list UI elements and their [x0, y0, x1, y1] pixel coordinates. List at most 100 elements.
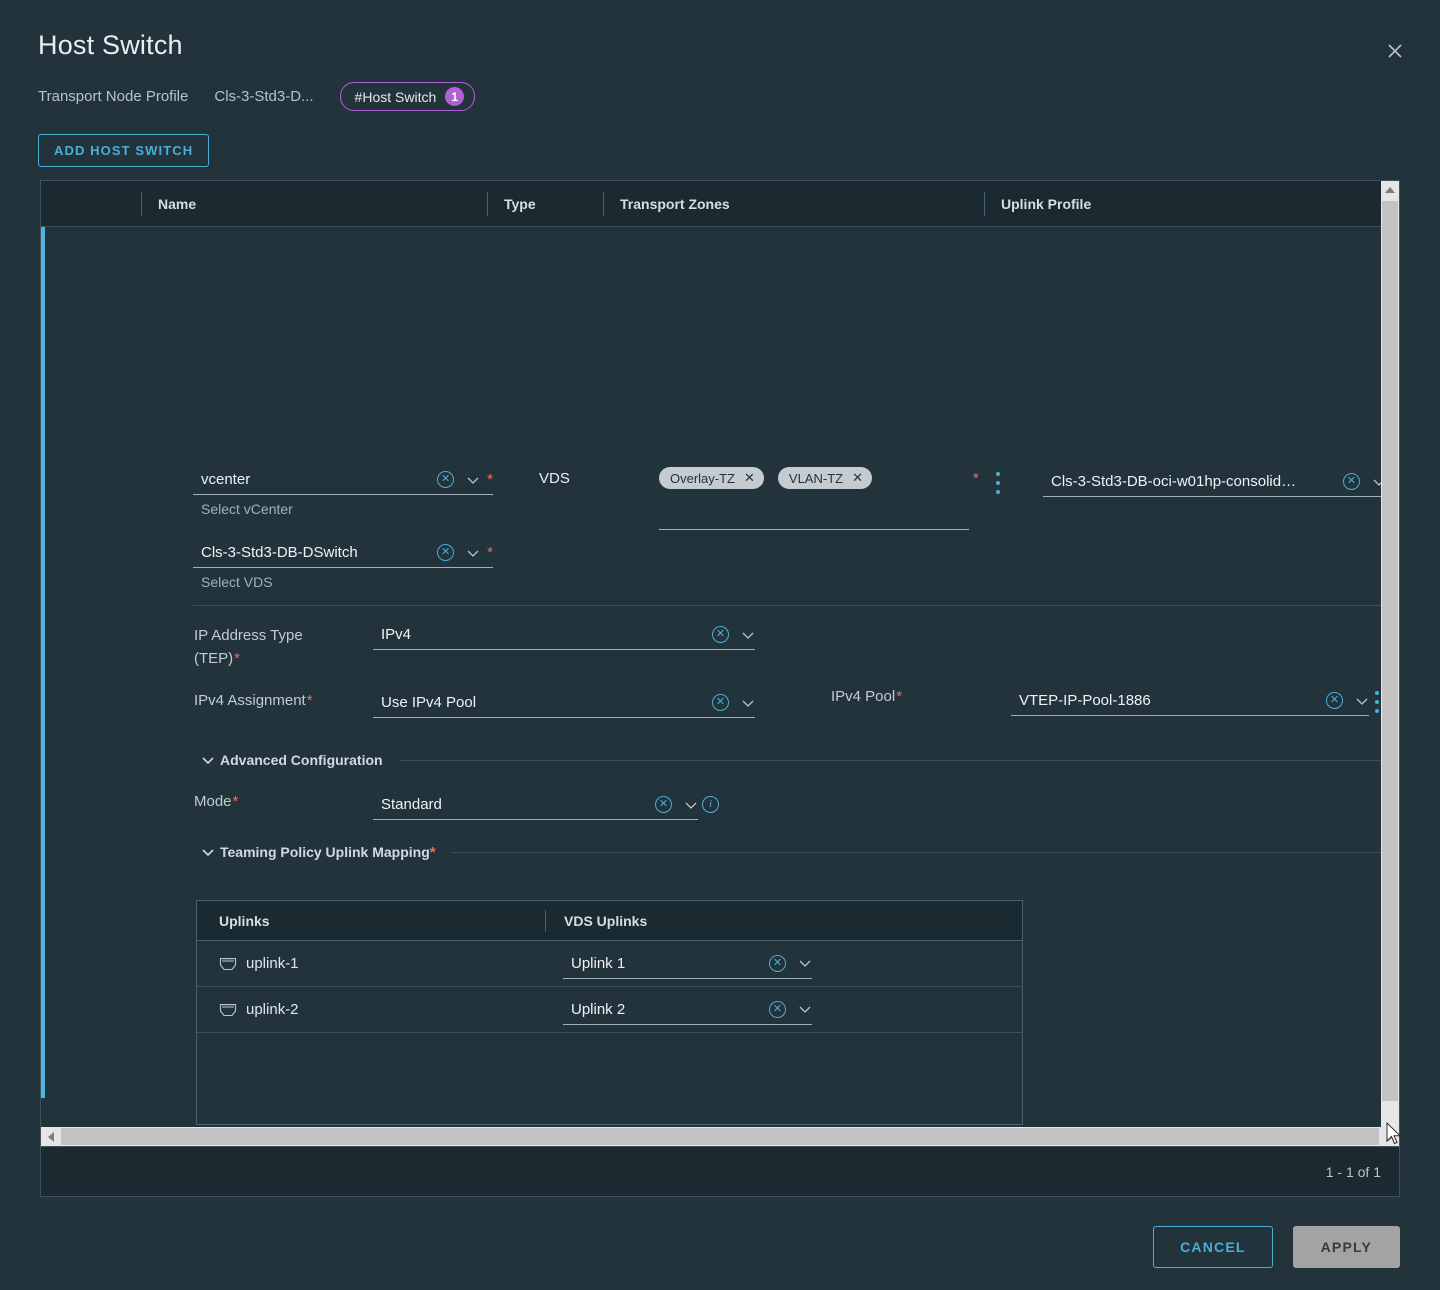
uplink-profile-select[interactable]: Cls-3-Std3-DB-oci-w01hp-consolid… ✕: [1043, 467, 1386, 497]
transport-zones-field[interactable]: Overlay-TZ ✕ VLAN-TZ ✕: [659, 467, 969, 530]
required-asterisk: *: [973, 470, 979, 487]
scroll-right-button[interactable]: [1380, 1127, 1399, 1146]
clear-icon[interactable]: ✕: [437, 544, 455, 561]
clear-icon[interactable]: ✕: [712, 694, 729, 711]
grid-header-transport-zones[interactable]: Transport Zones: [604, 192, 984, 216]
chevron-down-icon[interactable]: [684, 798, 698, 812]
clear-icon[interactable]: ✕: [1343, 473, 1360, 490]
horizontal-scrollbar[interactable]: [41, 1127, 1399, 1146]
mode-label: Mode*: [194, 793, 239, 810]
chevron-down-icon[interactable]: [798, 956, 812, 970]
vds-value: Cls-3-Std3-DB-DSwitch: [201, 544, 358, 561]
uplink-profile-value: Cls-3-Std3-DB-oci-w01hp-consolid…: [1051, 473, 1297, 490]
chevron-down-icon[interactable]: [741, 628, 755, 642]
vcenter-field: vcenter ✕ * Select vCenter: [193, 465, 493, 517]
chevron-down-icon[interactable]: [466, 546, 480, 560]
host-switch-dialog: Host Switch Transport Node Profile Cls-3…: [0, 0, 1440, 1290]
horizontal-scrollbar-thumb[interactable]: [61, 1128, 1379, 1145]
vds-uplink-cell: Uplink 2 ✕: [545, 995, 1022, 1025]
teaming-policy-section[interactable]: Teaming Policy Uplink Mapping *: [201, 844, 1399, 860]
section-rule: [451, 851, 1399, 853]
clear-icon[interactable]: ✕: [712, 626, 729, 643]
transport-zones-more-menu[interactable]: [996, 472, 1000, 494]
host-switch-pill[interactable]: #Host Switch 1: [339, 82, 476, 111]
chevron-down-icon[interactable]: [798, 1002, 812, 1016]
vds-uplink-select[interactable]: Uplink 2 ✕: [563, 995, 812, 1025]
vds-uplink-select[interactable]: Uplink 1 ✕: [563, 949, 812, 979]
ipv4-pool-select[interactable]: VTEP-IP-Pool-1886 ✕: [1011, 686, 1369, 716]
clear-icon[interactable]: ✕: [655, 796, 672, 813]
host-switch-pill-count: 1: [445, 87, 465, 106]
ipv4-assignment-select[interactable]: Use IPv4 Pool ✕: [373, 688, 755, 718]
vds-uplink-value: Uplink 2: [571, 1000, 626, 1018]
vds-uplink-cell: Uplink 1 ✕: [545, 949, 1022, 979]
transport-zone-chips: Overlay-TZ ✕ VLAN-TZ ✕: [659, 467, 969, 509]
mode-select[interactable]: Standard ✕: [373, 790, 698, 820]
apply-button[interactable]: APPLY: [1292, 1226, 1400, 1268]
clear-icon[interactable]: ✕: [437, 471, 455, 488]
grid-footer: 1 - 1 of 1: [41, 1146, 1399, 1196]
ip-address-type-label: IP Address Type (TEP)*: [194, 627, 303, 667]
vertical-scrollbar[interactable]: [1381, 181, 1399, 1148]
advanced-configuration-section[interactable]: Advanced Configuration: [201, 752, 1399, 768]
remove-chip-icon[interactable]: ✕: [852, 470, 863, 486]
uplink-name-cell: uplink-1: [197, 955, 545, 972]
mode-field: Standard ✕: [373, 790, 698, 820]
ip-address-type-select[interactable]: IPv4 ✕: [373, 620, 755, 650]
ip-address-type-value: IPv4: [381, 626, 412, 643]
section-divider: [193, 605, 1393, 606]
ipv4-pool-more-menu[interactable]: [1375, 691, 1379, 713]
transport-zone-chip-label: VLAN-TZ: [788, 470, 844, 486]
uplinks-column-header: Uplinks: [219, 912, 270, 929]
breadcrumb-item-profile[interactable]: Transport Node Profile: [38, 88, 188, 105]
uplink-name: uplink-2: [246, 1001, 299, 1018]
grid-header-type[interactable]: Type: [488, 192, 603, 216]
vertical-scrollbar-thumb[interactable]: [1382, 201, 1398, 1101]
chevron-down-icon[interactable]: [741, 696, 755, 710]
chevron-down-icon[interactable]: [201, 753, 215, 767]
info-icon[interactable]: i: [702, 796, 719, 813]
uplink-name: uplink-1: [246, 955, 299, 972]
ipv4-assignment-field: Use IPv4 Pool ✕: [373, 688, 755, 718]
grid-header-name[interactable]: Name: [142, 192, 487, 216]
transport-zone-chip[interactable]: VLAN-TZ ✕: [777, 467, 872, 489]
type-value: VDS: [539, 470, 570, 487]
remove-chip-icon[interactable]: ✕: [744, 470, 755, 486]
cancel-button[interactable]: CANCEL: [1153, 1226, 1273, 1268]
transport-zone-chip[interactable]: Overlay-TZ ✕: [659, 467, 764, 489]
ipv4-pool-field: VTEP-IP-Pool-1886 ✕: [1011, 686, 1369, 716]
ipv4-assignment-label: IPv4 Assignment*: [194, 692, 313, 709]
mode-value: Standard: [381, 796, 442, 813]
close-icon[interactable]: [1382, 38, 1408, 64]
chevron-down-icon[interactable]: [466, 473, 480, 487]
required-asterisk: *: [487, 471, 493, 488]
vcenter-select[interactable]: vcenter ✕ *: [193, 465, 493, 495]
clear-icon[interactable]: ✕: [1326, 692, 1343, 709]
table-row: uplink-1 Uplink 1 ✕: [197, 941, 1022, 987]
advanced-configuration-label: Advanced Configuration: [220, 752, 383, 768]
scroll-up-button[interactable]: [1381, 181, 1399, 199]
grid-header-checkbox-col: [41, 192, 141, 216]
ipv4-pool-value: VTEP-IP-Pool-1886: [1019, 692, 1151, 709]
host-switch-pill-label: #Host Switch: [354, 88, 437, 105]
ethernet-port-icon: [219, 1003, 237, 1017]
page-title: Host Switch: [38, 30, 183, 60]
uplink-profile-field: Cls-3-Std3-DB-oci-w01hp-consolid… ✕: [1043, 467, 1386, 497]
pagination-count: 1 - 1 of 1: [1325, 1163, 1381, 1180]
teaming-policy-label: Teaming Policy Uplink Mapping: [220, 844, 430, 860]
breadcrumb-item-name[interactable]: Cls-3-Std3-D...: [214, 88, 313, 105]
chevron-down-icon[interactable]: [1355, 694, 1369, 708]
grid-header-uplink-profile[interactable]: Uplink Profile: [985, 192, 1399, 216]
scroll-left-button[interactable]: [41, 1127, 60, 1146]
clear-icon[interactable]: ✕: [769, 954, 786, 972]
ip-address-type-field: IPv4 ✕: [373, 620, 755, 650]
chevron-down-icon[interactable]: [201, 845, 215, 859]
ipv4-assignment-value: Use IPv4 Pool: [381, 694, 477, 711]
uplinks-table-header: Uplinks VDS Uplinks: [197, 901, 1022, 941]
vds-select[interactable]: Cls-3-Std3-DB-DSwitch ✕ *: [193, 538, 493, 568]
host-switch-grid: Name Type Transport Zones Uplink Profile…: [40, 180, 1400, 1197]
clear-icon[interactable]: ✕: [769, 1000, 786, 1018]
vcenter-hint: Select vCenter: [201, 501, 293, 517]
add-host-switch-button[interactable]: ADD HOST SWITCH: [38, 134, 210, 167]
section-rule: [398, 759, 1399, 761]
